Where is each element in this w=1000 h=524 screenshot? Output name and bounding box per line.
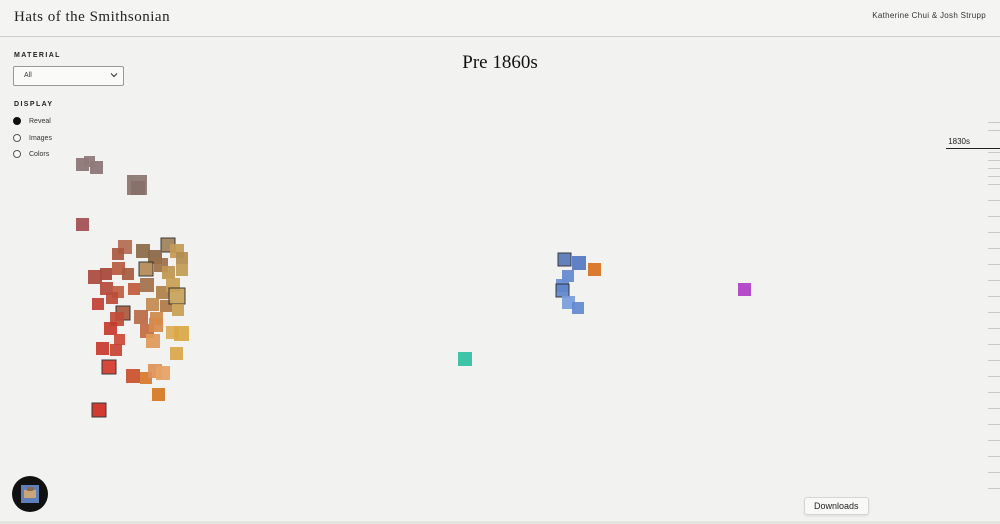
hat-swatch[interactable] [152,388,165,401]
hat-swatch[interactable] [168,287,186,305]
hat-swatch[interactable] [91,402,107,418]
hat-swatch[interactable] [170,347,183,360]
hat-swatch[interactable] [126,369,140,383]
hat-thumbnail-icon [21,485,39,503]
hat-swatch[interactable] [146,334,160,348]
hat-swatch[interactable] [104,322,117,335]
hat-swatch[interactable] [136,244,150,258]
hat-swatch[interactable] [172,304,184,316]
hat-swatch[interactable] [572,302,584,314]
hat-swatch[interactable] [149,318,163,332]
hat-swatch[interactable] [114,334,125,345]
hat-swatch[interactable] [112,248,124,260]
hat-swatch[interactable] [588,263,601,276]
hat-swatch[interactable] [110,344,122,356]
hat-swatch[interactable] [88,270,102,284]
hat-swatch[interactable] [122,268,134,280]
hat-swatch[interactable] [134,310,148,324]
hat-thumbnail-button[interactable] [12,476,48,512]
hat-swatch[interactable] [76,218,89,231]
hat-swatch[interactable] [92,298,104,310]
hat-swatch[interactable] [555,283,570,298]
hat-swatch[interactable] [106,292,118,304]
hat-swatch[interactable] [458,352,472,366]
hat-swatch[interactable] [84,156,95,167]
hat-color-scatter [76,156,751,418]
downloads-button[interactable]: Downloads [804,497,869,515]
hat-swatch[interactable] [156,366,170,380]
hat-swatch[interactable] [557,252,572,267]
hat-swatch[interactable] [738,283,751,296]
hat-swatch[interactable] [146,298,159,311]
hat-swatch[interactable] [140,278,154,292]
hat-swatch[interactable] [131,181,145,195]
hat-swatch[interactable] [174,326,189,341]
hat-swatch[interactable] [176,252,188,264]
hat-swatch[interactable] [96,342,109,355]
hat-swatch[interactable] [176,264,188,276]
hat-swatch[interactable] [101,359,117,375]
hat-swatch[interactable] [138,261,154,277]
hat-swatch[interactable] [572,256,586,270]
hat-swatch[interactable] [128,283,140,295]
hat-swatch[interactable] [162,266,175,279]
